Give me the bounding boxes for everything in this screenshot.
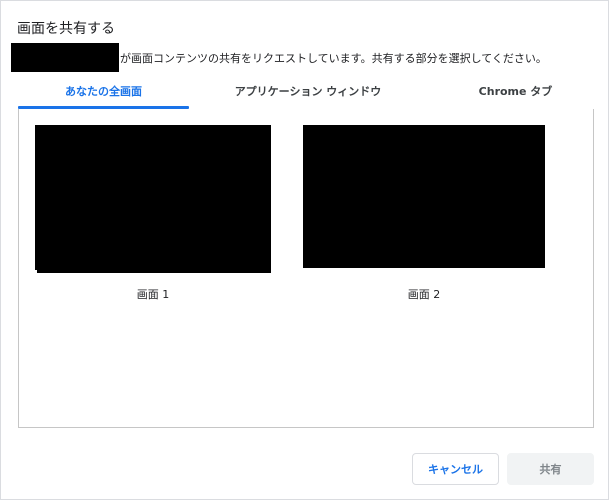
screen-1-label: 画面 1 [136,288,170,301]
cancel-button[interactable]: キャンセル [412,453,499,485]
tab-bar: あなたの全画面 アプリケーション ウィンドウ Chrome タブ [18,79,593,109]
screen-option-1[interactable]: 画面 1 [35,125,273,305]
screen-1-thumbnail-shadow [37,270,271,273]
share-button[interactable]: 共有 [507,453,594,485]
screen-option-2[interactable]: 画面 2 [303,125,545,305]
tab-application-window[interactable]: アプリケーション ウィンドウ [213,79,403,109]
dialog-message: が画面コンテンツの共有をリクエストしています。共有する部分を選択してください。 [120,52,547,65]
screen-2-thumbnail [303,125,545,268]
screen-picker-panel: 画面 1 画面 2 [18,109,594,428]
tab-entire-screen[interactable]: あなたの全画面 [18,79,189,109]
tab-chrome-tab[interactable]: Chrome タブ [448,79,583,109]
redacted-site-origin [11,43,119,72]
dialog-title: 画面を共有する [17,21,115,37]
screen-2-label: 画面 2 [407,288,441,301]
share-screen-dialog: 画面を共有する が画面コンテンツの共有をリクエストしています。共有する部分を選択… [0,0,609,500]
screen-1-thumbnail [35,125,271,270]
